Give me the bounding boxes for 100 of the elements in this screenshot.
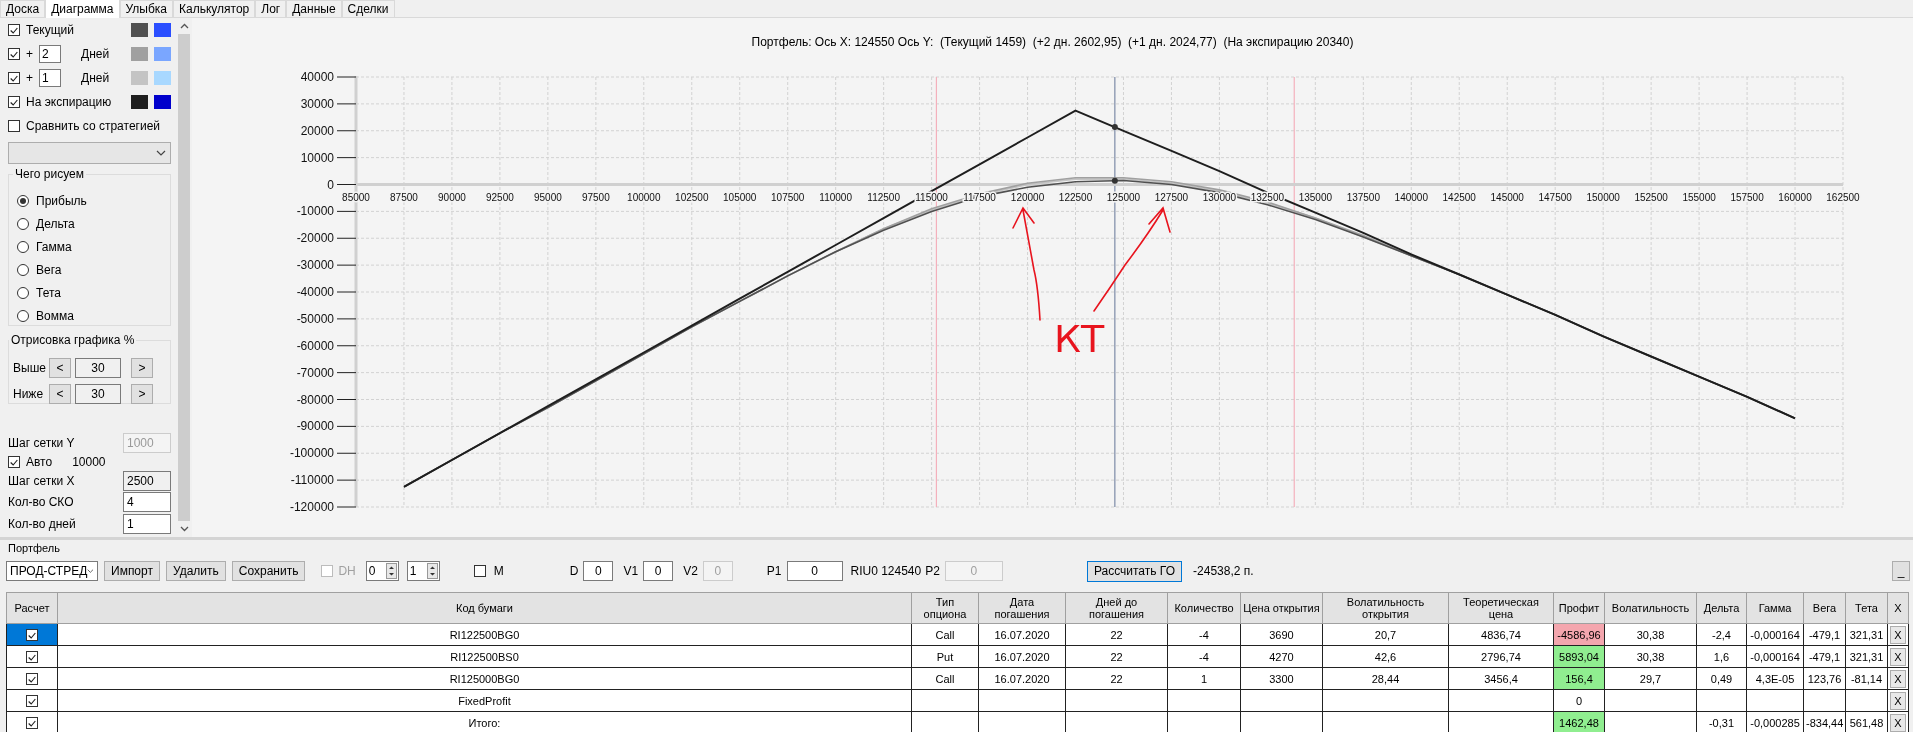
color-swatch[interactable] xyxy=(131,71,148,85)
toolbar-button[interactable]: Сохранить xyxy=(231,561,306,581)
remove-button[interactable]: X xyxy=(1890,625,1906,644)
axis-label: 145000 xyxy=(1490,191,1524,203)
field-label: Ниже xyxy=(13,387,45,401)
number-field[interactable]: 0 xyxy=(583,561,614,581)
axis-label: 95000 xyxy=(533,191,562,203)
table-cell[interactable] xyxy=(6,645,58,668)
checkbox[interactable] xyxy=(26,695,38,708)
column-header[interactable]: Код бумаги xyxy=(57,592,912,624)
toolbar-button[interactable]: Удалить xyxy=(165,561,226,581)
number-spinner[interactable]: 1 xyxy=(406,561,440,581)
remove-button[interactable]: X xyxy=(1890,713,1906,732)
column-header[interactable]: Волатильность xyxy=(1604,592,1697,624)
checkbox[interactable] xyxy=(8,72,20,84)
checkbox[interactable] xyxy=(26,629,38,642)
field-label: P1 xyxy=(766,564,782,578)
minimize-button[interactable]: _ xyxy=(1892,561,1910,581)
checkbox[interactable] xyxy=(8,96,20,108)
increment-button[interactable]: > xyxy=(131,358,153,378)
color-swatch[interactable] xyxy=(131,95,148,109)
column-header[interactable]: Дельта xyxy=(1696,592,1747,624)
table-cell[interactable] xyxy=(6,667,58,690)
checkbox[interactable] xyxy=(8,120,20,132)
column-header[interactable]: Дата погашения xyxy=(978,592,1066,624)
radio-button[interactable] xyxy=(17,309,29,322)
axis-label: -30000 xyxy=(296,258,334,273)
tab[interactable]: Лог xyxy=(255,0,287,17)
color-swatch[interactable] xyxy=(154,95,171,109)
chevron-up-icon[interactable] xyxy=(179,23,189,29)
days-field[interactable]: 2 xyxy=(39,45,61,63)
axis-label: 135000 xyxy=(1298,191,1333,203)
spin-arrows-icon[interactable] xyxy=(426,563,438,579)
tab[interactable]: Сделки xyxy=(341,0,395,17)
column-header[interactable]: Вега xyxy=(1803,592,1846,624)
table-cell[interactable] xyxy=(6,689,58,712)
radio-button[interactable] xyxy=(17,217,29,230)
tab[interactable]: Диаграмма xyxy=(45,0,120,18)
checkbox[interactable] xyxy=(26,673,38,686)
chevron-down-icon[interactable] xyxy=(179,526,189,532)
axis-label: 97500 xyxy=(581,191,610,203)
column-header[interactable]: Тип опциона xyxy=(911,592,979,624)
axis-label: 100000 xyxy=(627,191,661,203)
remove-button[interactable]: X xyxy=(1890,647,1906,666)
column-header[interactable]: Цена открытия xyxy=(1240,592,1323,624)
remove-button[interactable]: X xyxy=(1890,691,1906,710)
checkbox[interactable] xyxy=(8,48,20,60)
decrement-button[interactable]: < xyxy=(49,384,71,404)
increment-button[interactable]: > xyxy=(131,384,153,404)
calculate-button[interactable]: Рассчитать ГО xyxy=(1086,560,1183,582)
days-field[interactable]: 1 xyxy=(39,69,61,87)
color-swatch[interactable] xyxy=(154,71,171,85)
table-cell[interactable] xyxy=(6,623,58,646)
radio-button[interactable] xyxy=(17,194,29,207)
number-field[interactable]: 0 xyxy=(786,561,843,581)
axis-label: 125000 xyxy=(1106,191,1141,203)
color-swatch[interactable] xyxy=(154,47,171,61)
strategy-dropdown[interactable]: ПРОД-СТРЕД xyxy=(6,561,98,581)
color-swatch[interactable] xyxy=(131,47,148,61)
days-label: Дней xyxy=(81,47,110,61)
tab[interactable]: Данные xyxy=(286,0,342,17)
color-swatch[interactable] xyxy=(131,23,148,37)
table-cell[interactable] xyxy=(6,711,58,732)
checkbox[interactable] xyxy=(8,24,20,36)
toolbar-button[interactable]: Импорт xyxy=(104,561,160,581)
number-field[interactable]: 2500 xyxy=(123,470,171,491)
plus-sign: + xyxy=(26,47,33,61)
color-swatch[interactable] xyxy=(154,23,171,37)
checkbox[interactable] xyxy=(473,565,486,577)
checkbox[interactable] xyxy=(8,455,20,468)
column-header[interactable]: Дней до погашения xyxy=(1065,592,1168,624)
radio-button[interactable] xyxy=(17,240,29,253)
radio-button[interactable] xyxy=(17,286,29,299)
tab[interactable]: Калькулятор xyxy=(173,0,256,17)
data-point xyxy=(1111,124,1118,131)
percent-field[interactable]: 30 xyxy=(75,384,121,404)
number-spinner[interactable]: 0 xyxy=(365,561,399,581)
table-cell: RI122500BG0 xyxy=(57,623,912,646)
column-header[interactable]: Теоретическая цена xyxy=(1448,592,1554,624)
number-field[interactable]: 1 xyxy=(123,514,171,534)
column-header[interactable]: Расчет xyxy=(6,592,58,624)
column-header[interactable]: Гамма xyxy=(1746,592,1804,624)
tab[interactable]: Улыбка xyxy=(119,0,174,17)
checkbox[interactable] xyxy=(26,717,38,730)
number-field[interactable]: 0 xyxy=(643,561,674,581)
scrollbar-thumb[interactable] xyxy=(178,34,190,521)
spin-arrows-icon[interactable] xyxy=(385,563,397,579)
percent-field[interactable]: 30 xyxy=(75,358,121,378)
column-header[interactable]: Тета xyxy=(1845,592,1888,624)
column-header[interactable]: Волатильность открытия xyxy=(1322,592,1449,624)
decrement-button[interactable]: < xyxy=(49,358,71,378)
radio-button[interactable] xyxy=(17,263,29,276)
column-header[interactable]: Профит xyxy=(1553,592,1605,624)
remove-button[interactable]: X xyxy=(1890,669,1906,688)
column-header[interactable]: X xyxy=(1887,592,1909,624)
number-field[interactable]: 4 xyxy=(123,492,171,512)
column-header[interactable]: Количество xyxy=(1167,592,1241,624)
group-title: Чего рисуем xyxy=(13,167,86,181)
tab[interactable]: Доска xyxy=(0,0,46,17)
checkbox[interactable] xyxy=(26,651,38,664)
